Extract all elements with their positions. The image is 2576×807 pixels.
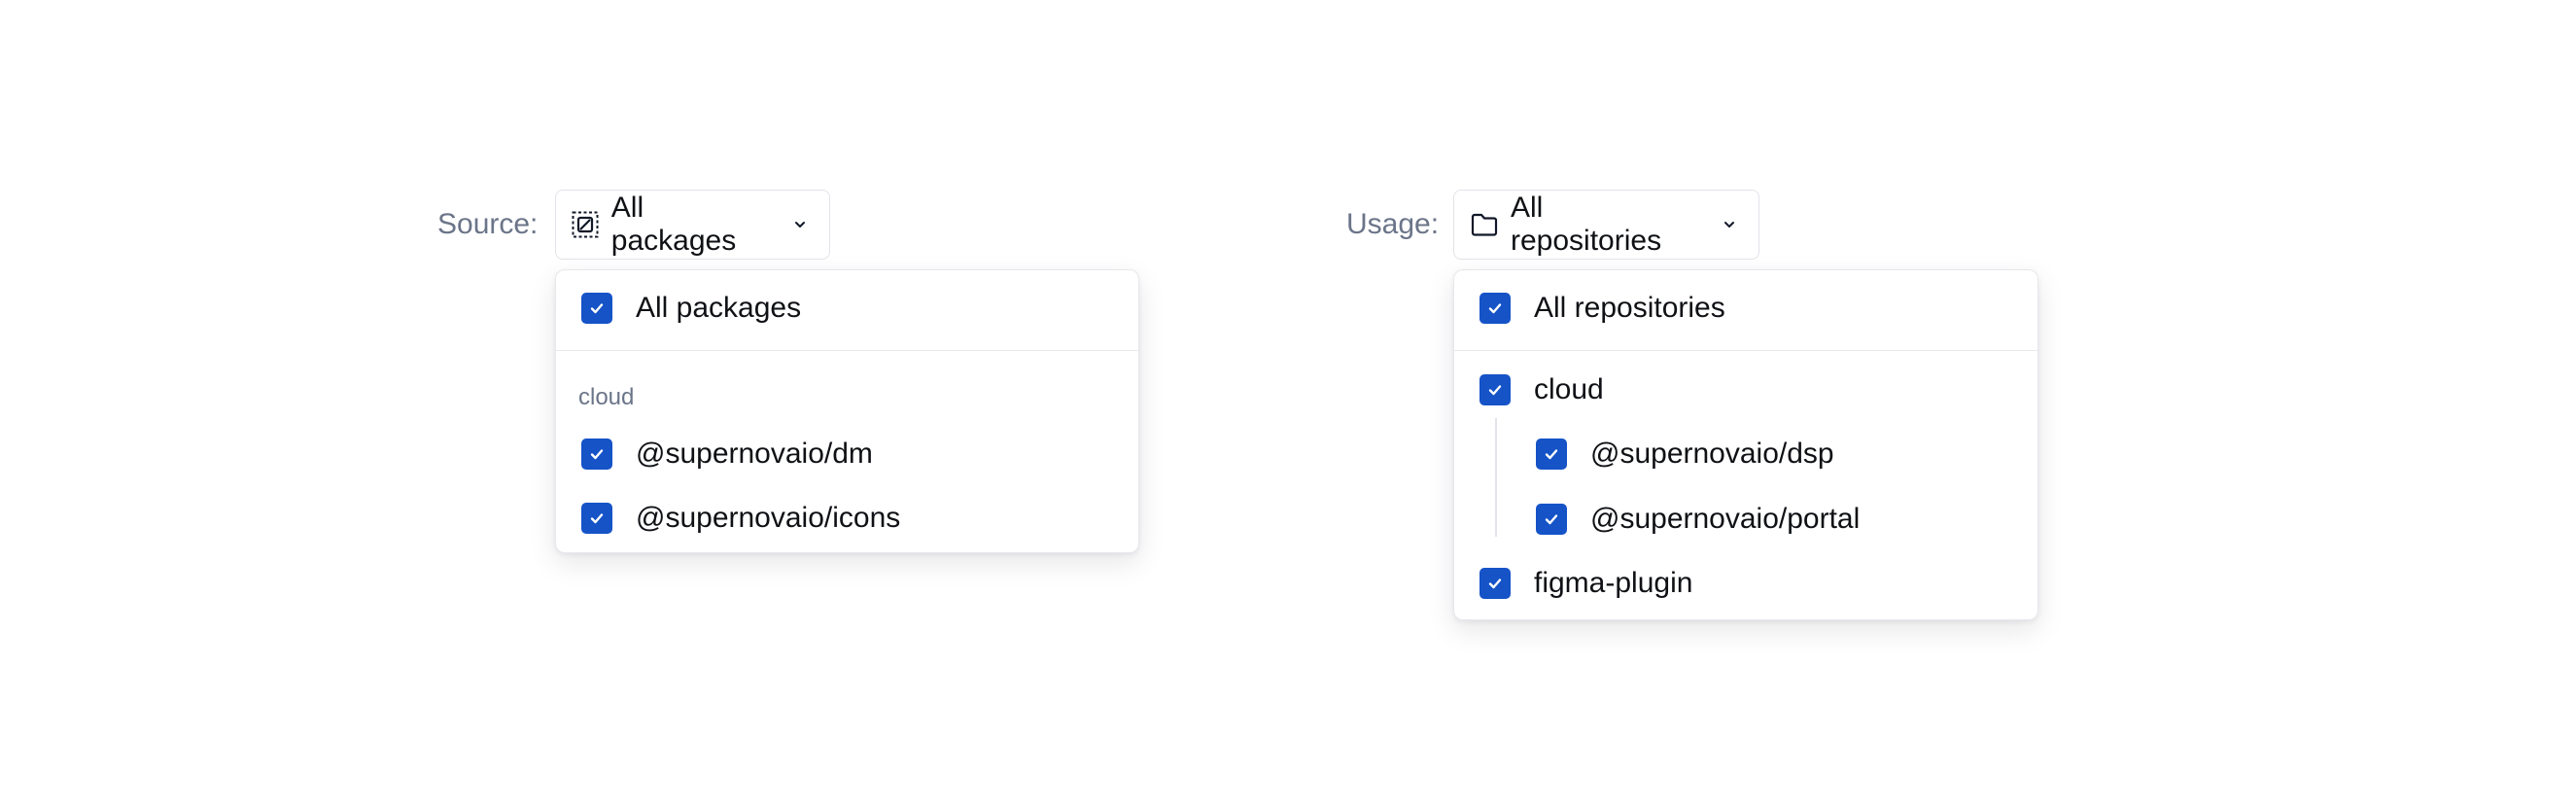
checkmark-icon [590,449,604,460]
usage-option-all-label: All repositories [1534,292,1725,324]
menu-divider [1454,350,2037,351]
checkmark-icon [1545,449,1558,460]
menu-divider [556,350,1138,351]
checkbox-checked[interactable] [581,503,612,534]
checkbox-checked[interactable] [581,293,612,324]
checkmark-icon [1545,514,1558,525]
chevron-down-icon [791,215,810,234]
chevron-down-icon [1720,215,1739,234]
usage-trigger-label: All repositories [1511,192,1662,257]
checkbox-checked[interactable] [1479,293,1511,324]
source-option-all[interactable]: All packages [556,284,1138,333]
source-option-dm-label: @supernovaio/dm [636,438,873,470]
folder-icon [1470,210,1499,239]
usage-option-figma-plugin[interactable]: figma-plugin [1454,559,2037,608]
usage-option-portal[interactable]: @supernovaio/portal [1454,495,2037,544]
usage-option-all[interactable]: All repositories [1454,284,2037,333]
usage-dropdown-menu: All repositories cloud @supernovaio/dsp … [1453,269,2038,620]
package-icon [572,210,600,239]
checkbox-checked[interactable] [1536,504,1567,535]
source-option-dm[interactable]: @supernovaio/dm [556,430,1138,478]
usage-option-cloud[interactable]: cloud [1454,366,2037,414]
checkbox-checked[interactable] [1479,568,1511,599]
usage-option-portal-label: @supernovaio/portal [1590,503,1861,535]
source-group-label: cloud [578,384,635,410]
usage-option-cloud-label: cloud [1534,373,1604,405]
checkmark-icon [1488,303,1502,314]
checkmark-icon [1488,579,1502,589]
usage-dropdown-trigger[interactable]: All repositories [1453,190,1759,260]
checkmark-icon [590,513,604,524]
source-option-icons-label: @supernovaio/icons [636,502,901,534]
source-option-icons[interactable]: @supernovaio/icons [556,494,1138,543]
checkmark-icon [590,303,604,314]
usage-option-figma-plugin-label: figma-plugin [1534,567,1693,599]
usage-option-dsp[interactable]: @supernovaio/dsp [1454,430,2037,478]
source-option-all-label: All packages [636,292,802,324]
checkbox-checked[interactable] [1479,374,1511,405]
checkmark-icon [1488,385,1502,396]
usage-label: Usage: [1346,208,1440,240]
source-label: Source: [437,208,539,240]
source-dropdown-trigger[interactable]: All packages [555,190,830,260]
checkbox-checked[interactable] [1536,439,1567,470]
checkbox-checked[interactable] [581,439,612,470]
source-trigger-label: All packages [610,192,737,257]
source-dropdown-menu: All packages cloud @supernovaio/dm @supe… [555,269,1139,553]
usage-option-dsp-label: @supernovaio/dsp [1590,438,1834,470]
